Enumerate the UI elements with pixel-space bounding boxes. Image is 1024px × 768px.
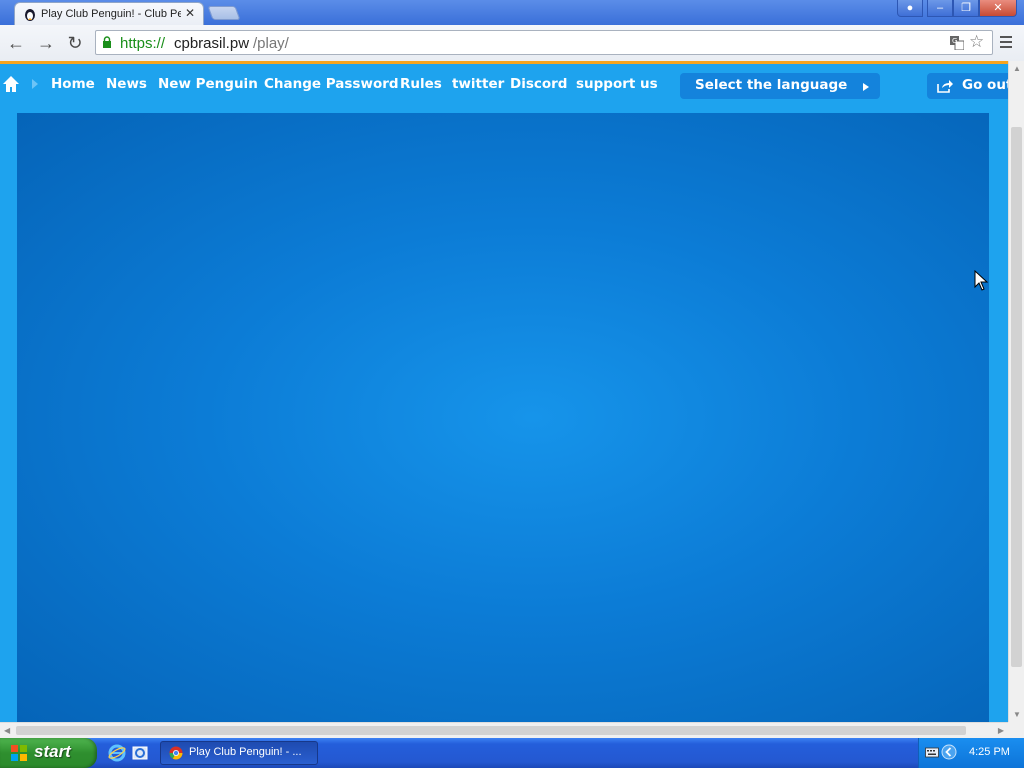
select-language-button[interactable]: Select the language (680, 73, 880, 99)
scrollbar-corner (1008, 722, 1024, 738)
tab-strip: Play Club Penguin! - Club Pe ✕ ● – ❐ ✕ (0, 0, 1024, 25)
nav-link-home[interactable]: Home (51, 76, 95, 92)
vertical-scrollbar[interactable]: ▲ ▼ (1008, 61, 1024, 722)
scroll-left-icon[interactable]: ◀ (4, 726, 10, 735)
go-out-label: Go out (962, 77, 1008, 93)
new-tab-button[interactable] (207, 6, 241, 20)
horizontal-scroll-thumb[interactable] (16, 726, 966, 735)
scroll-down-icon[interactable]: ▼ (1013, 710, 1021, 719)
url-host: cpbrasil.pw (174, 35, 250, 52)
nav-link-discord[interactable]: Discord (510, 76, 567, 92)
profile-icon[interactable]: ● (897, 0, 923, 17)
nav-link-change-password[interactable]: Change Password (264, 76, 399, 92)
reload-button[interactable]: ↻ (64, 32, 86, 54)
start-label: start (34, 742, 71, 761)
close-window-button[interactable]: ✕ (979, 0, 1017, 17)
share-icon (937, 80, 953, 93)
page-viewport: Home News New Penguin Change Password Ru… (0, 61, 1008, 722)
restore-button[interactable]: ❐ (953, 0, 979, 17)
tab-close-icon[interactable]: ✕ (185, 6, 195, 20)
forward-button[interactable]: → (35, 32, 57, 54)
taskbar-item-label: Play Club Penguin! - ... (189, 746, 302, 758)
tab-title: Play Club Penguin! - Club Pe (41, 8, 181, 20)
caret-right-icon (863, 83, 869, 91)
horizontal-scrollbar[interactable]: ◀ ▶ (0, 722, 1008, 738)
home-icon[interactable] (2, 75, 20, 93)
go-out-button[interactable]: Go out (927, 73, 1008, 99)
browser-tab[interactable]: Play Club Penguin! - Club Pe ✕ (14, 2, 204, 25)
show-desktop-icon[interactable] (131, 744, 149, 762)
taskbar: start Play Club Penguin! - ... 4:25 PM (0, 738, 1024, 768)
site-navbar: Home News New Penguin Change Password Ru… (0, 64, 1008, 110)
internet-explorer-icon[interactable] (108, 744, 126, 762)
minimize-button[interactable]: – (927, 0, 953, 17)
keyboard-icon[interactable] (925, 746, 939, 758)
nav-link-rules[interactable]: Rules (400, 76, 442, 92)
windows-logo-icon (11, 745, 27, 761)
chrome-icon (169, 746, 183, 760)
taskbar-item-chrome[interactable]: Play Club Penguin! - ... (160, 741, 318, 765)
menu-icon[interactable] (999, 35, 1013, 49)
scroll-up-icon[interactable]: ▲ (1013, 64, 1021, 73)
url-scheme: https:// (120, 35, 166, 52)
game-canvas[interactable] (17, 113, 989, 722)
taskbar-clock: 4:25 PM (969, 746, 1010, 758)
nav-link-new-penguin[interactable]: New Penguin (158, 76, 258, 92)
back-button[interactable]: ← (5, 32, 27, 54)
lock-icon (103, 36, 111, 48)
chevron-right-icon (32, 79, 38, 89)
system-tray: 4:25 PM (918, 738, 1024, 768)
translate-icon[interactable]: G (950, 36, 964, 50)
browser-toolbar: ← → ↻ https:// cpbrasil.pw /play/ G ☆ (0, 25, 1024, 62)
nav-link-news[interactable]: News (106, 76, 147, 92)
url-path: /play/ (253, 35, 289, 52)
penguin-favicon-icon (25, 9, 35, 21)
svg-text:G: G (952, 37, 957, 45)
show-hidden-icons-icon[interactable] (941, 744, 957, 760)
mouse-cursor-icon (974, 270, 988, 291)
nav-link-twitter[interactable]: twitter (452, 76, 504, 92)
nav-link-support-us[interactable]: support us (576, 76, 658, 92)
vertical-scroll-thumb[interactable] (1011, 127, 1022, 667)
address-bar[interactable]: https:// cpbrasil.pw /play/ G ☆ (95, 30, 993, 55)
start-button[interactable]: start (0, 738, 97, 768)
select-language-label: Select the language (695, 77, 848, 93)
scroll-right-icon[interactable]: ▶ (998, 726, 1004, 735)
bookmark-star-icon[interactable]: ☆ (969, 32, 984, 52)
